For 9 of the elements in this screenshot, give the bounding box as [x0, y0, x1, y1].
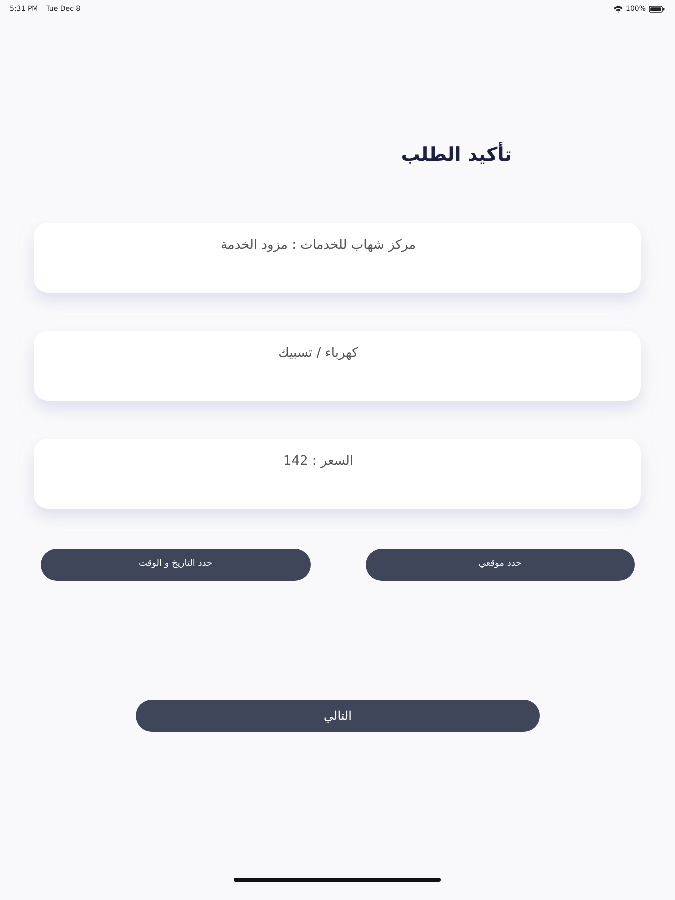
battery-icon [649, 6, 665, 12]
info-text: كهرباء / تسبيك [278, 345, 358, 363]
info-text: مركز شهاب للخدمات : مزود الخدمة [220, 237, 416, 255]
action-button[interactable]: حدد موقعي [366, 549, 635, 581]
wifi-icon [614, 6, 623, 12]
page-title: تأكيد الطلب [401, 142, 512, 168]
action-button[interactable]: حدد التاريخ و الوقت [41, 549, 310, 581]
next-button[interactable]: التالي [136, 700, 540, 732]
info-text: السعر : 142 [283, 453, 354, 471]
